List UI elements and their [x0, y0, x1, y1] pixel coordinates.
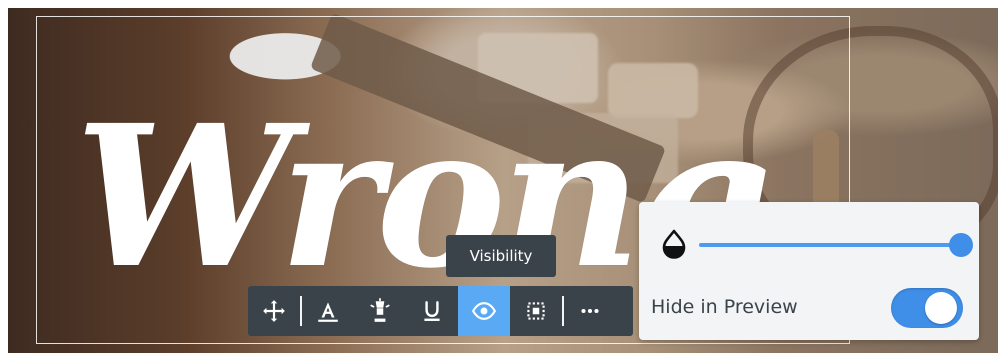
- text-color-button[interactable]: [302, 286, 354, 336]
- visibility-panel: Hide in Preview: [639, 202, 979, 340]
- toggle-knob: [925, 292, 957, 324]
- hide-in-preview-toggle[interactable]: [891, 288, 963, 328]
- highlight-icon: [370, 298, 390, 322]
- more-icon: [581, 308, 599, 314]
- more-button[interactable]: [564, 286, 616, 336]
- opacity-slider-track[interactable]: [699, 243, 961, 247]
- editor-canvas: Wrong Visibility Hide in Preview: [0, 0, 998, 353]
- underline-button[interactable]: [406, 286, 458, 336]
- eye-icon: [471, 302, 497, 320]
- text-toolbar: [248, 286, 633, 336]
- highlight-button[interactable]: [354, 286, 406, 336]
- visibility-tooltip: Visibility: [446, 235, 556, 277]
- select-box-button[interactable]: [510, 286, 562, 336]
- select-box-icon: [527, 302, 545, 320]
- move-icon: [263, 300, 285, 322]
- move-button[interactable]: [248, 286, 300, 336]
- visibility-button[interactable]: [458, 286, 510, 336]
- hide-in-preview-label: Hide in Preview: [651, 296, 798, 318]
- text-color-icon: [318, 302, 338, 322]
- underline-icon: [424, 301, 440, 321]
- opacity-slider-row: [657, 228, 973, 259]
- tooltip-label: Visibility: [469, 247, 533, 265]
- opacity-drop-icon: [662, 229, 686, 259]
- opacity-slider-thumb[interactable]: [949, 233, 973, 257]
- hide-in-preview-row: Hide in Preview: [651, 288, 969, 328]
